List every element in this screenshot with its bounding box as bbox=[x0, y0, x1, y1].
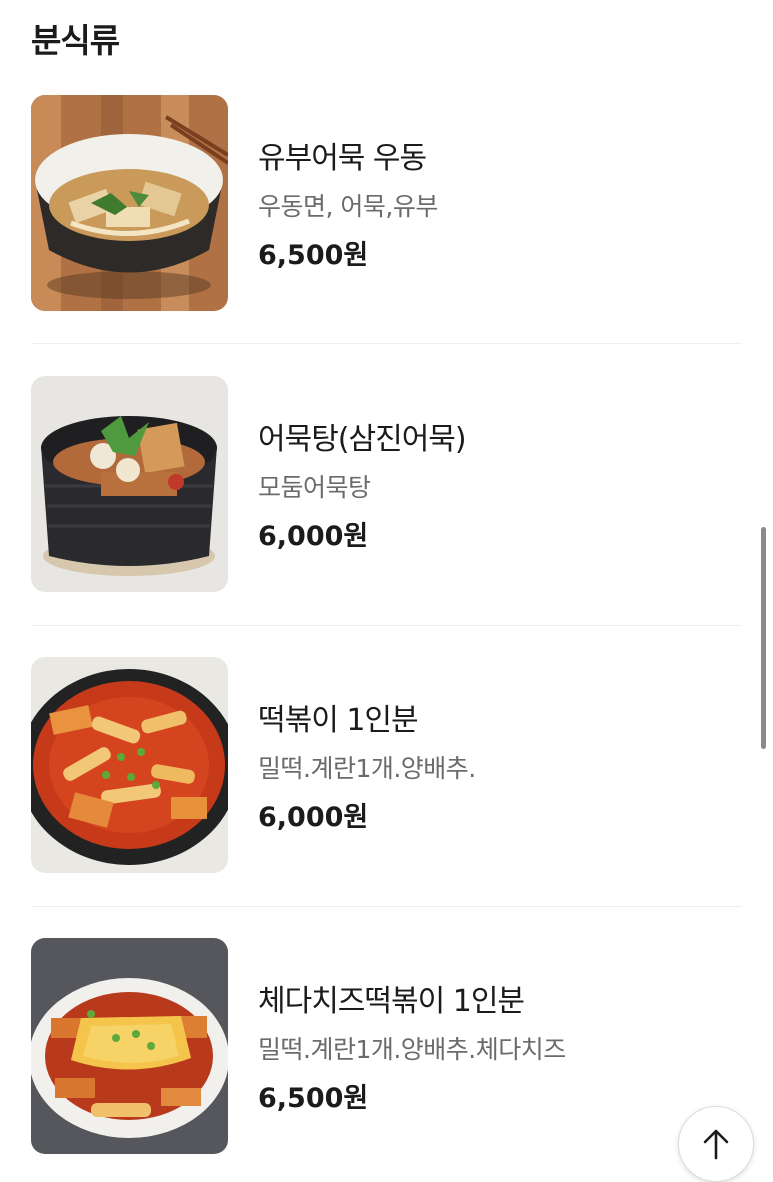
item-price: 6,500원 bbox=[258, 240, 369, 271]
divider bbox=[31, 625, 742, 626]
item-description: 모둠어묵탕 bbox=[258, 473, 371, 502]
scroll-to-top-button[interactable] bbox=[678, 1106, 754, 1182]
udon-bowl-image bbox=[31, 95, 228, 311]
item-price: 6,000원 bbox=[258, 521, 369, 552]
cheese-tteokbokki-image bbox=[31, 938, 228, 1154]
item-name: 체다치즈떡볶이 1인분 bbox=[258, 984, 525, 1019]
item-name: 유부어묵 우동 bbox=[258, 141, 427, 176]
item-price: 6,500원 bbox=[258, 1083, 369, 1114]
item-description: 밀떡.계란1개.양배추.체다치즈 bbox=[258, 1035, 566, 1064]
item-description: 우동면, 어묵,유부 bbox=[258, 192, 438, 221]
divider bbox=[31, 343, 742, 344]
arrow-up-icon bbox=[703, 1129, 729, 1160]
item-description: 밀떡.계란1개.양배추. bbox=[258, 754, 476, 783]
tteokbokki-image bbox=[31, 657, 228, 873]
scrollbar[interactable] bbox=[761, 527, 766, 749]
menu-item[interactable]: 체다치즈떡볶이 1인분 밀떡.계란1개.양배추.체다치즈 6,500원 bbox=[31, 938, 742, 1156]
fishcake-soup-image bbox=[31, 376, 228, 592]
item-name: 어묵탕(삼진어묵) bbox=[258, 422, 467, 457]
divider bbox=[31, 906, 742, 907]
item-name: 떡볶이 1인분 bbox=[258, 703, 419, 738]
menu-item[interactable]: 어묵탕(삼진어묵) 모둠어묵탕 6,000원 bbox=[31, 376, 742, 594]
menu-item[interactable]: 떡볶이 1인분 밀떡.계란1개.양배추. 6,000원 bbox=[31, 657, 742, 875]
menu-item[interactable]: 유부어묵 우동 우동면, 어묵,유부 6,500원 bbox=[31, 95, 742, 313]
section-title: 분식류 bbox=[31, 21, 120, 60]
item-price: 6,000원 bbox=[258, 802, 369, 833]
